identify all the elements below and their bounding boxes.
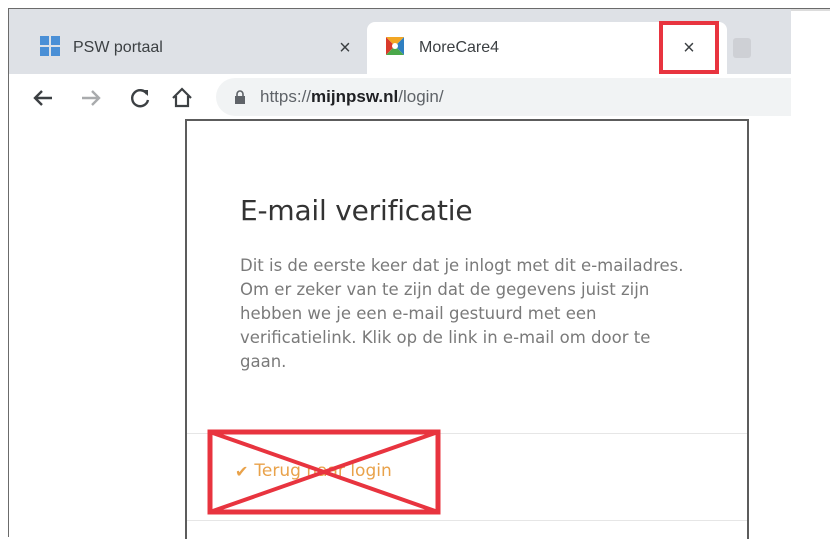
tab-label: MoreCare4 <box>419 39 500 56</box>
forward-arrow-icon[interactable] <box>77 84 105 112</box>
highlight-box <box>659 21 719 74</box>
card-divider <box>187 520 747 521</box>
message-line: gaan. <box>240 352 287 371</box>
tab-psw-portaal[interactable]: PSW portaal × <box>9 22 367 74</box>
message-line: Om er zeker van te zijn dat de gegevens … <box>240 280 650 299</box>
url-text: https://mijnpsw.nl/login/ <box>260 87 444 106</box>
morecare-logo-icon <box>383 34 407 63</box>
windows-grid-icon <box>39 35 61 62</box>
page-title: E-mail verificatie <box>240 194 473 227</box>
close-icon[interactable]: × <box>335 37 355 59</box>
new-tab-icon[interactable] <box>733 38 751 58</box>
address-bar[interactable]: https://mijnpsw.nl/login/ <box>216 78 791 116</box>
message-line: verificatielink. Klik op de link in e-ma… <box>240 328 651 347</box>
tab-label: PSW portaal <box>73 39 163 56</box>
tab-strip-edge <box>791 9 830 11</box>
message-line: hebben we je een e-mail gestuurd met een <box>240 304 597 323</box>
message-line: Dit is de eerste keer dat je inlogt met … <box>240 256 684 275</box>
home-icon[interactable] <box>168 84 196 112</box>
lock-icon <box>232 88 248 106</box>
back-arrow-icon[interactable] <box>29 84 57 112</box>
verification-message: Dit is de eerste keer dat je inlogt met … <box>240 254 720 374</box>
cross-out-annotation <box>207 429 441 515</box>
reload-icon[interactable] <box>126 84 154 112</box>
